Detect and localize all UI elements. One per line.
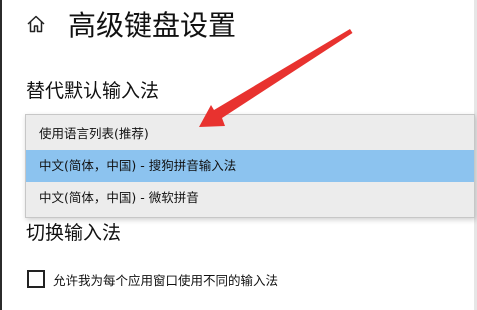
dropdown-option-microsoft-pinyin[interactable]: 中文(简体，中国) - 微软拼音 — [26, 182, 474, 214]
page-title: 高级键盘设置 — [68, 9, 237, 42]
dropdown-option-sogou-pinyin[interactable]: 中文(简体，中国) - 搜狗拼音输入法 — [26, 150, 474, 182]
per-app-input-method-checkbox[interactable] — [27, 270, 45, 288]
input-method-dropdown-list[interactable]: 使用语言列表(推荐) 中文(简体，中国) - 搜狗拼音输入法 中文(简体，中国)… — [25, 114, 475, 218]
per-app-input-method-setting[interactable]: 允许我为每个应用窗口使用不同的输入法 — [27, 268, 278, 290]
home-icon[interactable] — [26, 14, 46, 34]
window-left-edge — [0, 0, 2, 310]
per-app-input-method-label: 允许我为每个应用窗口使用不同的输入法 — [53, 272, 279, 288]
override-input-method-heading: 替代默认输入法 — [26, 80, 160, 102]
dropdown-option-language-list[interactable]: 使用语言列表(推荐) — [26, 118, 474, 150]
switch-input-method-heading: 切换输入法 — [26, 222, 122, 244]
